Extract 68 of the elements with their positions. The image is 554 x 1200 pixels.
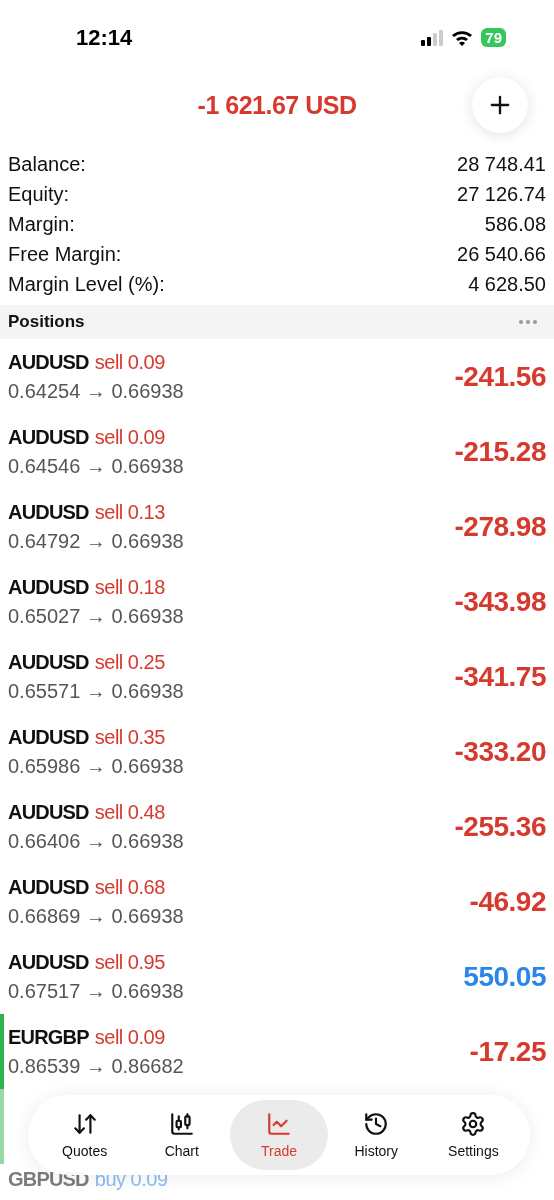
position-side: sell 0.25 — [94, 650, 165, 674]
position-profit: 550.05 — [463, 960, 546, 993]
total-profit: -1 621.67 USD — [197, 90, 357, 120]
summary-label: Balance: — [8, 152, 86, 176]
position-side: buy 0.09 — [94, 1168, 168, 1191]
history-icon — [363, 1111, 390, 1137]
position-symbol: AUDUSD — [8, 800, 89, 824]
status-time: 12:14 — [76, 24, 133, 51]
position-prices: 0.64792 → 0.66938 — [8, 529, 184, 553]
tab[interactable]: History — [327, 1100, 425, 1170]
position-profit: -46.92 — [469, 885, 546, 918]
position-profit: -341.75 — [454, 660, 546, 693]
position-side: sell 0.09 — [94, 1025, 165, 1049]
candlestick-icon — [168, 1111, 195, 1137]
position-profit: -255.36 — [454, 810, 546, 843]
settings-icon — [460, 1111, 487, 1137]
position-side: sell 0.09 — [94, 425, 165, 449]
summary-label: Margin: — [8, 212, 75, 236]
section-title: Positions — [8, 312, 85, 332]
position-prices: 0.65027 → 0.66938 — [8, 604, 184, 628]
position-symbol: AUDUSD — [8, 875, 89, 899]
position-side: sell 0.18 — [94, 575, 165, 599]
position-side: sell 0.09 — [94, 350, 165, 374]
position-prices: 0.66406 → 0.66938 — [8, 829, 184, 853]
position-profit: -17.25 — [469, 1035, 546, 1068]
line-chart-icon — [266, 1111, 292, 1137]
position-prices: 0.65571 → 0.66938 — [8, 679, 184, 703]
position-profit: -278.98 — [454, 510, 546, 543]
position-symbol: AUDUSD — [8, 500, 89, 524]
battery-icon: 79 — [481, 28, 506, 47]
position-symbol: AUDUSD — [8, 725, 89, 749]
summary-value: 28 748.41 — [457, 152, 546, 176]
summary-value: 27 126.74 — [457, 182, 546, 206]
position-side: sell 0.35 — [94, 725, 165, 749]
arrows-icon — [71, 1111, 98, 1137]
position-side: sell 0.95 — [94, 950, 165, 974]
position-symbol: GBPUSD — [8, 1168, 89, 1191]
position-profit: -343.98 — [454, 585, 546, 618]
tab[interactable]: Quotes — [36, 1100, 134, 1170]
position-prices: 0.86539 → 0.86682 — [8, 1054, 184, 1078]
position-profit: -333.20 — [454, 735, 546, 768]
position-side: sell 0.48 — [94, 800, 165, 824]
position-symbol: AUDUSD — [8, 575, 89, 599]
position-symbol: EURGBP — [8, 1025, 89, 1049]
tab[interactable]: Settings — [424, 1100, 522, 1170]
position-prices: 0.64254 → 0.66938 — [8, 379, 184, 403]
summary-value: 4 628.50 — [468, 272, 546, 296]
position-prices: 0.66869 → 0.66938 — [8, 904, 184, 928]
summary-label: Margin Level (%): — [8, 272, 165, 296]
summary-label: Free Margin: — [8, 242, 122, 266]
summary-value: 26 540.66 — [457, 242, 546, 266]
position-profit: -241.56 — [454, 360, 546, 393]
position-symbol: AUDUSD — [8, 425, 89, 449]
position-side: sell 0.13 — [94, 500, 165, 524]
position-prices: 0.64546 → 0.66938 — [8, 454, 184, 478]
position-profit: -215.28 — [454, 435, 546, 468]
position-symbol: AUDUSD — [8, 350, 89, 374]
position-symbol: AUDUSD — [8, 650, 89, 674]
summary-label: Equity: — [8, 182, 70, 206]
position-prices: 0.65986 → 0.66938 — [8, 754, 184, 778]
position-prices: 0.67517 → 0.66938 — [8, 979, 184, 1003]
position-symbol: AUDUSD — [8, 950, 89, 974]
wifi-icon — [451, 29, 474, 46]
summary-value: 586.08 — [484, 212, 546, 236]
position-side: sell 0.68 — [94, 875, 165, 899]
tab[interactable]: Chart — [133, 1100, 231, 1170]
signal-icon — [421, 29, 444, 46]
tab[interactable]: Trade — [230, 1100, 328, 1170]
